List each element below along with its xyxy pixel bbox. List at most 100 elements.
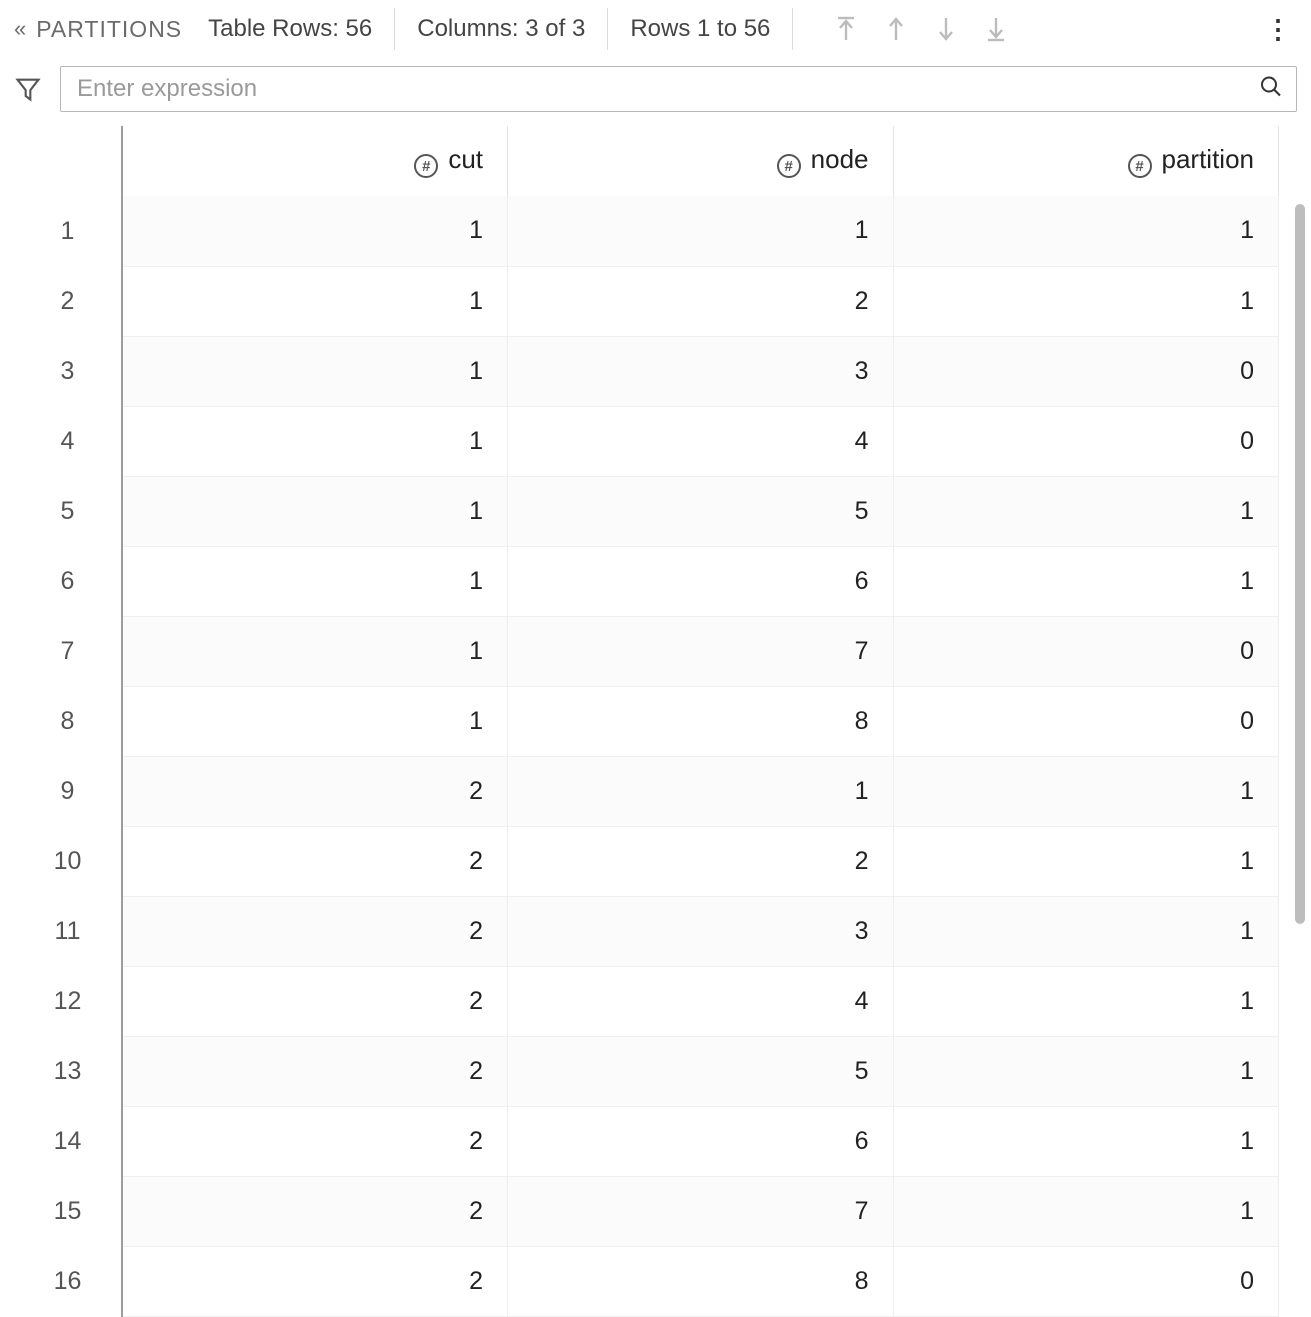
row-number[interactable]: 13 xyxy=(14,1036,122,1106)
row-number[interactable]: 10 xyxy=(14,826,122,896)
table-row[interactable]: 14261 xyxy=(14,1106,1279,1176)
table-row[interactable]: 2121 xyxy=(14,266,1279,336)
cell-cut[interactable]: 1 xyxy=(122,406,508,476)
cell-cut[interactable]: 1 xyxy=(122,546,508,616)
table-row[interactable]: 10221 xyxy=(14,826,1279,896)
cell-partition[interactable]: 1 xyxy=(893,1036,1279,1106)
vertical-scrollbar[interactable] xyxy=(1295,204,1305,924)
cell-node[interactable]: 5 xyxy=(508,476,894,546)
cell-node[interactable]: 1 xyxy=(508,196,894,266)
numeric-type-icon: # xyxy=(414,154,438,178)
row-number[interactable]: 5 xyxy=(14,476,122,546)
cell-node[interactable]: 3 xyxy=(508,336,894,406)
cell-partition[interactable]: 1 xyxy=(893,896,1279,966)
back-icon[interactable]: « xyxy=(14,16,22,42)
cell-node[interactable]: 6 xyxy=(508,546,894,616)
table-row[interactable]: 16280 xyxy=(14,1246,1279,1316)
cell-node[interactable]: 2 xyxy=(508,826,894,896)
table-row[interactable]: 9211 xyxy=(14,756,1279,826)
table-row[interactable]: 13251 xyxy=(14,1036,1279,1106)
table-row[interactable]: 15271 xyxy=(14,1176,1279,1246)
row-number[interactable]: 8 xyxy=(14,686,122,756)
row-number[interactable]: 7 xyxy=(14,616,122,686)
row-number[interactable]: 1 xyxy=(14,196,122,266)
row-number[interactable]: 15 xyxy=(14,1176,122,1246)
columns-info: Columns: 3 of 3 xyxy=(417,15,585,43)
cell-cut[interactable]: 1 xyxy=(122,266,508,336)
cell-node[interactable]: 7 xyxy=(508,616,894,686)
cell-node[interactable]: 3 xyxy=(508,896,894,966)
cell-partition[interactable]: 0 xyxy=(893,686,1279,756)
table-row[interactable]: 12241 xyxy=(14,966,1279,1036)
table-row[interactable]: 3130 xyxy=(14,336,1279,406)
row-number[interactable]: 2 xyxy=(14,266,122,336)
cell-cut[interactable]: 2 xyxy=(122,756,508,826)
cell-cut[interactable]: 1 xyxy=(122,686,508,756)
table-row[interactable]: 4140 xyxy=(14,406,1279,476)
cell-node[interactable]: 8 xyxy=(508,1246,894,1316)
table-row[interactable]: 5151 xyxy=(14,476,1279,546)
cell-partition[interactable]: 0 xyxy=(893,1246,1279,1316)
cell-partition[interactable]: 1 xyxy=(893,1106,1279,1176)
row-number[interactable]: 9 xyxy=(14,756,122,826)
table-row[interactable]: 6161 xyxy=(14,546,1279,616)
cell-cut[interactable]: 1 xyxy=(122,336,508,406)
table-row[interactable]: 1111 xyxy=(14,196,1279,266)
cell-node[interactable]: 2 xyxy=(508,266,894,336)
row-number[interactable]: 14 xyxy=(14,1106,122,1176)
rows-range-info: Rows 1 to 56 xyxy=(630,15,770,43)
cell-cut[interactable]: 2 xyxy=(122,1036,508,1106)
cell-cut[interactable]: 2 xyxy=(122,1176,508,1246)
cell-partition[interactable]: 1 xyxy=(893,826,1279,896)
next-row-icon[interactable] xyxy=(935,16,957,42)
cell-cut[interactable]: 2 xyxy=(122,966,508,1036)
table-row[interactable]: 7170 xyxy=(14,616,1279,686)
cell-partition[interactable]: 1 xyxy=(893,756,1279,826)
cell-node[interactable]: 5 xyxy=(508,1036,894,1106)
cell-partition[interactable]: 1 xyxy=(893,196,1279,266)
column-header-partition[interactable]: #partition xyxy=(893,126,1279,196)
row-number[interactable]: 12 xyxy=(14,966,122,1036)
scrollbar-thumb[interactable] xyxy=(1295,204,1305,924)
cell-node[interactable]: 8 xyxy=(508,686,894,756)
cell-cut[interactable]: 1 xyxy=(122,196,508,266)
table-row[interactable]: 8180 xyxy=(14,686,1279,756)
cell-cut[interactable]: 2 xyxy=(122,1246,508,1316)
row-number[interactable]: 3 xyxy=(14,336,122,406)
first-row-icon[interactable] xyxy=(835,16,857,42)
cell-cut[interactable]: 1 xyxy=(122,616,508,686)
row-number[interactable]: 6 xyxy=(14,546,122,616)
filter-input[interactable] xyxy=(60,66,1297,112)
last-row-icon[interactable] xyxy=(985,16,1007,42)
numeric-type-icon: # xyxy=(777,154,801,178)
cell-cut[interactable]: 1 xyxy=(122,476,508,546)
cell-node[interactable]: 1 xyxy=(508,756,894,826)
cell-cut[interactable]: 2 xyxy=(122,896,508,966)
search-icon[interactable] xyxy=(1259,75,1283,104)
column-header-cut[interactable]: #cut xyxy=(122,126,508,196)
cell-partition[interactable]: 1 xyxy=(893,966,1279,1036)
column-header-node[interactable]: # node xyxy=(508,126,894,196)
cell-partition[interactable]: 0 xyxy=(893,336,1279,406)
cell-partition[interactable]: 1 xyxy=(893,1176,1279,1246)
filter-icon[interactable] xyxy=(14,75,42,103)
cell-partition[interactable]: 0 xyxy=(893,406,1279,476)
cell-node[interactable]: 6 xyxy=(508,1106,894,1176)
cell-partition[interactable]: 1 xyxy=(893,546,1279,616)
cell-node[interactable]: 4 xyxy=(508,966,894,1036)
more-options-icon[interactable]: ⋮ xyxy=(1265,14,1297,45)
cell-cut[interactable]: 2 xyxy=(122,1106,508,1176)
row-number[interactable]: 16 xyxy=(14,1246,122,1316)
cell-node[interactable]: 7 xyxy=(508,1176,894,1246)
table-row[interactable]: 11231 xyxy=(14,896,1279,966)
row-number[interactable]: 11 xyxy=(14,896,122,966)
column-name: node xyxy=(811,144,869,174)
cell-partition[interactable]: 0 xyxy=(893,616,1279,686)
cell-node[interactable]: 4 xyxy=(508,406,894,476)
header-row: #cut # node #partition xyxy=(14,126,1279,196)
row-number[interactable]: 4 xyxy=(14,406,122,476)
cell-partition[interactable]: 1 xyxy=(893,476,1279,546)
cell-cut[interactable]: 2 xyxy=(122,826,508,896)
cell-partition[interactable]: 1 xyxy=(893,266,1279,336)
prev-row-icon[interactable] xyxy=(885,16,907,42)
